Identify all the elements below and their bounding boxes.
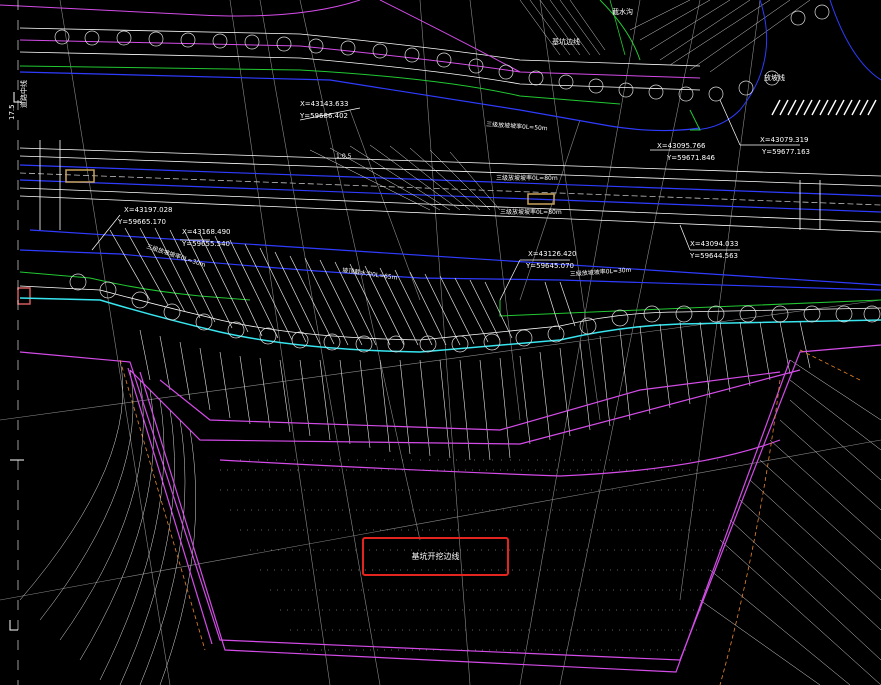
canvas-background <box>0 0 881 685</box>
ditch-label: 截水沟 <box>612 7 633 16</box>
slope-line-label: 放坡线 <box>764 73 785 82</box>
dimension-label: 17.5 <box>8 104 16 120</box>
cad-drawing-canvas[interactable]: X=43143.633 Y=59686.402 三级放坡坡率0L=50m X=4… <box>0 0 881 685</box>
slope-ratio-label: 1:0.5 <box>336 153 352 160</box>
coord-label: X=43095.766 <box>657 142 706 150</box>
pit-edge-label: 基坑边线 <box>552 37 580 46</box>
selection-highlight-box[interactable]: 基坑开挖边线 <box>362 537 509 576</box>
coord-label: X=43143.633 <box>300 100 349 108</box>
coord-label: X=43197.028 <box>124 206 173 214</box>
coord-label: Y=59645.070 <box>525 262 574 270</box>
slope-note-label: 三级放坡坡率0L=80m <box>496 174 558 182</box>
coord-label: X=43126.420 <box>528 250 577 258</box>
road-centerline-label: 道路中线 <box>19 80 28 108</box>
slope-note-label: 三级放坡坡率0L=80m <box>500 208 562 216</box>
coord-label: Y=59677.163 <box>761 148 810 156</box>
coord-label: Y=59671.846 <box>666 154 716 162</box>
coord-label: Y=59686.402 <box>299 112 348 120</box>
coord-label: X=43094.033 <box>690 240 739 248</box>
coord-label: X=43079.319 <box>760 136 809 144</box>
coord-label: X=43168.490 <box>182 228 231 236</box>
coord-label: Y=59665.170 <box>117 218 166 226</box>
pit-excavation-edge-label: 基坑开挖边线 <box>411 552 460 561</box>
coord-label: Y=59655.540 <box>181 240 230 248</box>
coord-label: Y=59644.563 <box>689 252 738 260</box>
